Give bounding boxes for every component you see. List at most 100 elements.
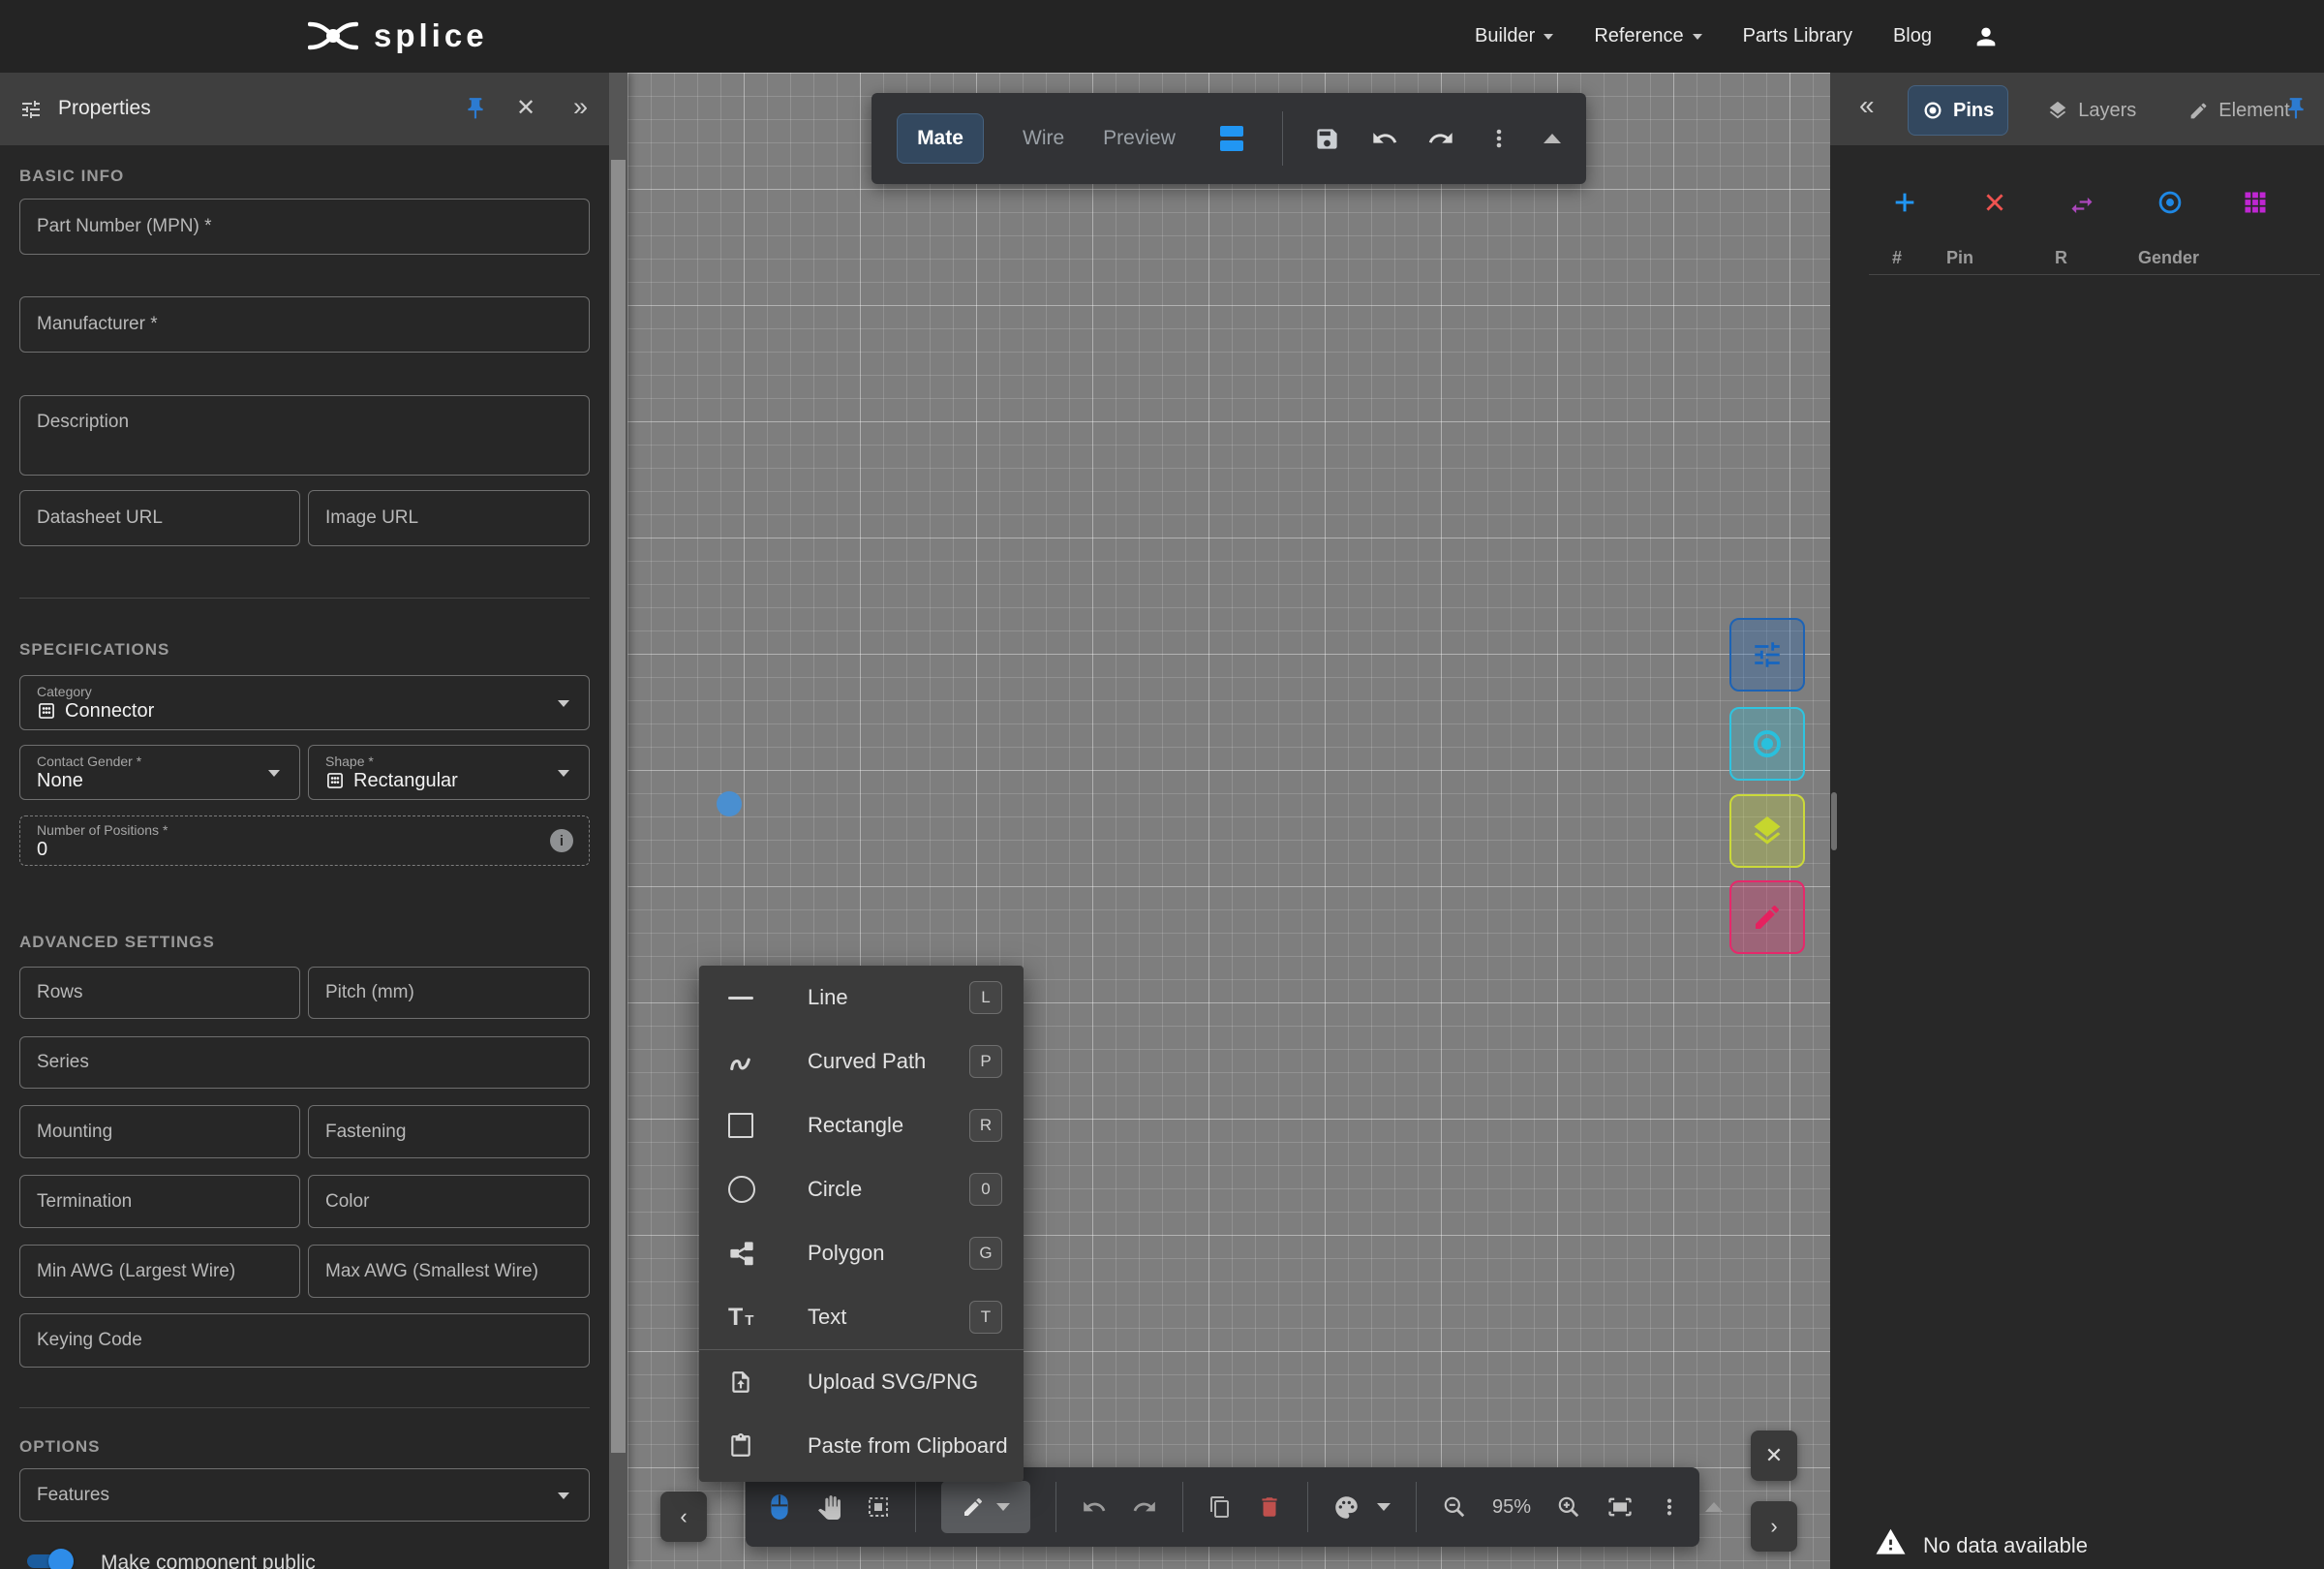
menu-item-label: Rectangle [808,1113,969,1138]
zoom-in-icon[interactable] [1556,1494,1581,1520]
redo-icon[interactable] [1132,1494,1157,1520]
description-placeholder: Description [37,412,129,433]
menu-item-paste-from-clipboard[interactable]: Paste from Clipboard [699,1414,1024,1478]
number-of-positions-field[interactable]: Number of Positions * 0 i [19,815,590,866]
mouse-mode-icon[interactable] [767,1493,792,1521]
close-panel-icon[interactable]: ✕ [516,94,535,122]
expand-panel-icon[interactable]: « [1859,90,1875,121]
menu-item-curved-path[interactable]: Curved Path P [699,1030,1024,1093]
pin-grid-icon[interactable] [2242,189,2269,216]
layers-tool-button[interactable] [1729,794,1805,868]
tab-pins[interactable]: Pins [1908,85,2008,136]
nav-builder[interactable]: Builder [1475,25,1553,47]
scrollbar-thumb[interactable] [611,160,626,1453]
collapse-toolbar-icon[interactable] [1544,134,1561,143]
menu-item-upload-svg-png[interactable]: Upload SVG/PNG [699,1350,1024,1414]
max-awg-field[interactable]: Max AWG (Smallest Wire) [308,1245,590,1298]
mate-mode-button[interactable]: Mate [897,113,984,164]
canvas-anchor-dot[interactable] [717,791,742,816]
divider [915,1482,916,1532]
collapse-toolbar-icon[interactable] [1705,1502,1723,1512]
image-url-field[interactable]: Image URL [308,490,590,546]
pin-mode-icon[interactable] [2156,189,2184,216]
pin-panel-icon[interactable] [463,96,488,121]
menu-item-line[interactable]: Line L [699,966,1024,1030]
topbar: splice Builder Reference Parts Library B… [0,0,2324,73]
copy-icon[interactable] [1208,1495,1232,1519]
pin-panel-icon[interactable] [2283,96,2309,121]
pitch-field[interactable]: Pitch (mm) [308,967,590,1019]
features-select[interactable]: Features [19,1468,590,1522]
description-field[interactable]: Description [19,395,590,476]
more-options-icon[interactable] [1487,127,1511,150]
manufacturer-field[interactable]: Manufacturer * [19,296,590,353]
add-pin-icon[interactable] [1891,189,1918,216]
chevron-down-icon[interactable] [1377,1503,1391,1511]
expand-right-button[interactable]: › [1751,1501,1797,1552]
make-public-label: Make component public [101,1552,316,1569]
properties-scrollbar[interactable] [609,73,627,1569]
color-field[interactable]: Color [308,1175,590,1228]
termination-field[interactable]: Termination [19,1175,300,1228]
make-public-toggle[interactable] [25,1549,72,1569]
menu-item-text[interactable]: TT Text T [699,1285,1024,1349]
fit-screen-icon[interactable] [1606,1493,1634,1521]
keying-code-field[interactable]: Keying Code [19,1313,590,1368]
menu-item-label: Circle [808,1177,969,1202]
shape-select[interactable]: Shape * Rectangular [308,745,590,800]
undo-icon[interactable] [1371,125,1398,152]
datasheet-url-field[interactable]: Datasheet URL [19,490,300,546]
series-field[interactable]: Series [19,1036,590,1089]
collapse-left-button[interactable]: ‹ [660,1492,707,1542]
nav-parts-library[interactable]: Parts Library [1743,25,1852,47]
shortcut-badge: P [969,1045,1002,1078]
delete-icon[interactable] [1257,1494,1282,1520]
pencil-icon [962,1495,985,1519]
menu-item-circle[interactable]: Circle 0 [699,1157,1024,1221]
contact-gender-value: None [37,771,83,790]
undo-icon[interactable] [1082,1494,1107,1520]
divider [1055,1482,1056,1532]
min-awg-field[interactable]: Min AWG (Largest Wire) [19,1245,300,1298]
menu-item-rectangle[interactable]: Rectangle R [699,1093,1024,1157]
account-icon[interactable] [1972,23,2000,50]
part-number-field[interactable]: Part Number (MPN) * [19,199,590,255]
nav-reference[interactable]: Reference [1594,25,1701,47]
pan-hand-icon[interactable] [817,1495,841,1520]
info-icon[interactable]: i [550,829,573,852]
tab-layers[interactable]: Layers [2034,86,2150,135]
grid-icon [325,771,345,790]
marquee-select-icon[interactable] [867,1495,890,1519]
zoom-out-icon[interactable] [1442,1494,1467,1520]
rows-field[interactable]: Rows [19,967,300,1019]
mounting-field[interactable]: Mounting [19,1105,300,1158]
preview-mode-button[interactable]: Preview [1103,127,1176,150]
more-options-icon[interactable] [1659,1496,1680,1518]
remove-pin-icon[interactable] [1982,190,2007,215]
brand-logo[interactable]: splice [308,17,488,54]
nav-blog[interactable]: Blog [1893,25,1932,47]
element-tool-button[interactable] [1729,880,1805,954]
menu-item-label: Polygon [808,1241,969,1266]
canvas-scrollbar-thumb[interactable] [1831,792,1837,850]
pins-tool-button[interactable] [1729,707,1805,781]
chevron-down-icon [1693,34,1702,40]
draw-tool-menu: Line L Curved Path P Rectangle R Circle … [699,966,1024,1482]
pins-panel: « Pins Layers Element [1830,73,2324,1569]
palette-icon[interactable] [1333,1494,1360,1521]
close-overlay-button[interactable]: ✕ [1751,1431,1797,1481]
menu-item-polygon[interactable]: Polygon G [699,1221,1024,1285]
draw-tool-button[interactable] [941,1481,1030,1533]
layers-icon [1750,814,1785,848]
fastening-field[interactable]: Fastening [308,1105,590,1158]
category-select[interactable]: Category Connector [19,675,590,730]
line-icon [699,997,808,1000]
collapse-panel-icon[interactable]: » [573,92,588,122]
contact-gender-select[interactable]: Contact Gender * None [19,745,300,800]
mate-view-icon[interactable] [1218,124,1245,153]
swap-pins-icon[interactable] [2068,192,2095,219]
wire-mode-button[interactable]: Wire [1023,127,1064,150]
properties-tool-button[interactable] [1729,618,1805,692]
redo-icon[interactable] [1427,125,1454,152]
save-icon[interactable] [1314,126,1340,152]
